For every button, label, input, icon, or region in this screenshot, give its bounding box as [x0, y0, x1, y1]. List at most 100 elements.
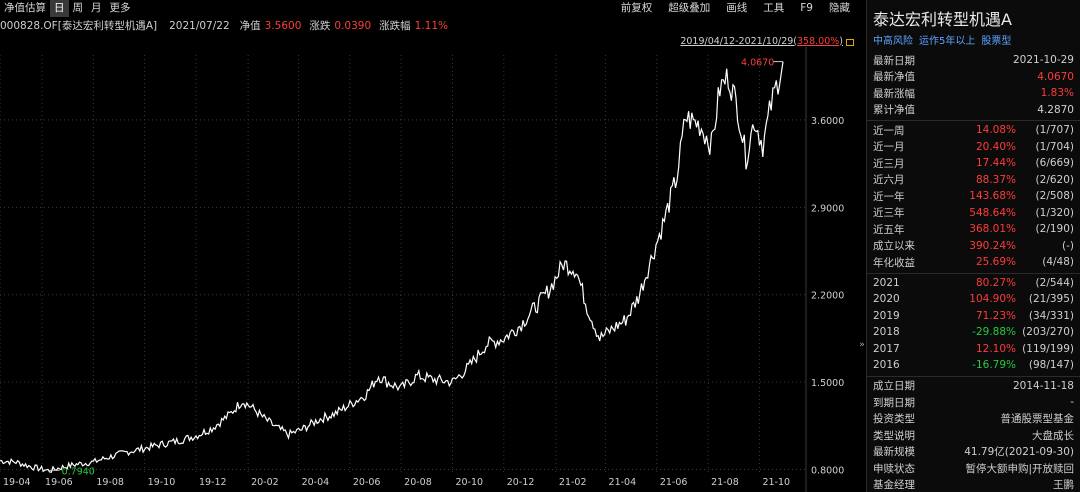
- nav-value: 3.5600: [264, 19, 302, 32]
- x-tick-label: 20-10: [455, 477, 483, 488]
- periods-rank: (4/48): [1042, 256, 1074, 269]
- summary-label: 最新涨幅: [873, 87, 915, 100]
- periods-row: 年化收益 25.69% (4/48): [867, 254, 1080, 271]
- fund-tag[interactable]: 运作5年以上: [919, 36, 975, 47]
- toolbar-right-button[interactable]: 超级叠加: [660, 0, 718, 17]
- x-tick-label: 19-10: [148, 477, 176, 488]
- toolbar-left-button[interactable]: 月: [87, 0, 106, 17]
- years-row: 2016 -16.79% (98/147): [867, 357, 1080, 374]
- nav-label: 净值: [239, 20, 261, 32]
- info-value: -: [1070, 396, 1074, 409]
- date-range-text[interactable]: 2019/04/12-2021/10/29(: [680, 36, 797, 47]
- x-tick-label: 19-06: [45, 477, 73, 488]
- quote-info-bar: 000828.OF[泰达宏利转型机遇A] 2021/07/22 净值 3.560…: [0, 17, 858, 34]
- x-tick-label: 21-06: [660, 477, 688, 488]
- x-tick-label: 20-04: [302, 477, 330, 488]
- periods-value: 17.44%: [975, 157, 1016, 170]
- info-value: 王鹏: [1053, 479, 1074, 492]
- toolbar-right-button[interactable]: 隐藏: [821, 0, 858, 17]
- toolbar-left-button[interactable]: 更多: [106, 0, 135, 17]
- periods-row: 近一周 14.08% (1/707): [867, 122, 1080, 139]
- quote-date: 2021/07/22: [169, 19, 230, 32]
- toolbar-right-button[interactable]: 画线: [718, 0, 755, 17]
- years-label: 2016: [873, 359, 900, 372]
- date-range-selector[interactable]: 2019/04/12-2021/10/29(358.00%): [680, 35, 854, 47]
- periods-row: 近三月 17.44% (6/669): [867, 155, 1080, 172]
- change-label: 涨跌: [309, 20, 331, 32]
- years-row: 2017 12.10% (119/199): [867, 341, 1080, 358]
- fund-tag[interactable]: 股票型: [981, 36, 1011, 47]
- x-tick-label: 19-12: [199, 477, 227, 488]
- info-label: 最新规模: [873, 446, 915, 459]
- periods-label: 近一周: [873, 124, 905, 137]
- summary-label: 最新净值: [873, 71, 915, 84]
- toolbar-right-button[interactable]: F9: [792, 0, 821, 17]
- range-return-pct: 358.00%: [797, 35, 840, 47]
- y-tick-label: 2.2000: [811, 291, 844, 302]
- x-tick-label: 21-02: [559, 477, 587, 488]
- periods-label: 近一月: [873, 141, 905, 154]
- x-tick-label: 19-08: [96, 477, 124, 488]
- nav-line-chart[interactable]: 3.6000 2.9000 2.2000 1.5000 0.8000 19-04 19-06…: [0, 47, 858, 492]
- summary-value: 4.0670: [1037, 70, 1074, 83]
- lock-icon[interactable]: [846, 38, 854, 46]
- fund-title: 泰达宏利转型机遇A: [873, 10, 1012, 29]
- periods-row: 近五年 368.01% (2/190): [867, 221, 1080, 238]
- periods-rank: (6/669): [1035, 157, 1074, 170]
- info-label: 成立日期: [873, 380, 915, 393]
- toolbar-left-button[interactable]: 日: [50, 0, 69, 17]
- summary-label: 累计净值: [873, 104, 915, 117]
- years-rank: (98/147): [1028, 359, 1074, 372]
- x-tick-label: 21-04: [609, 477, 637, 488]
- x-tick-label: 20-06: [353, 477, 381, 488]
- info-row: 最新规模 41.79亿(2021-09-30): [867, 444, 1080, 461]
- x-tick-label: 19-04: [3, 477, 31, 488]
- x-tick-label: 21-10: [762, 477, 790, 488]
- years-rank: (34/331): [1028, 309, 1074, 322]
- periods-row: 近一月 20.40% (1/704): [867, 139, 1080, 156]
- x-tick-label: 20-12: [507, 477, 535, 488]
- chart-area: 净值估算日周月更多 前复权 超级叠加 画线 工具 F9 隐藏 000828.OF[泰达宏利…: [0, 0, 858, 492]
- info-value: 暂停大额申购|开放赎回: [965, 462, 1074, 475]
- toolbar-left-button[interactable]: 周: [69, 0, 88, 17]
- years-value: 104.90%: [969, 293, 1016, 306]
- change-value: 0.0390: [334, 19, 372, 32]
- years-value: -29.88%: [972, 326, 1016, 339]
- info-label: 到期日期: [873, 396, 915, 409]
- toolbar: 净值估算日周月更多 前复权 超级叠加 画线 工具 F9 隐藏: [0, 0, 858, 17]
- periods-row: 近一年 143.68% (2/508): [867, 188, 1080, 205]
- periods-rank: (-): [1062, 239, 1074, 252]
- periods-value: 20.40%: [975, 140, 1016, 153]
- toolbar-right-button[interactable]: 工具: [755, 0, 792, 17]
- y-tick-label: 3.6000: [811, 116, 844, 127]
- periods-row: 近三年 548.64% (1/320): [867, 205, 1080, 222]
- years-label: 2018: [873, 326, 900, 339]
- toolbar-left-button[interactable]: 净值估算: [0, 0, 50, 17]
- periods-label: 成立以来: [873, 240, 915, 253]
- summary-row: 最新净值 4.0670: [867, 69, 1080, 86]
- years-value: 12.10%: [975, 342, 1016, 355]
- info-value: 41.79亿(2021-09-30): [964, 446, 1074, 459]
- periods-label: 近三月: [873, 157, 905, 170]
- info-value: 大盘成长: [1032, 429, 1074, 442]
- years-rank: (203/270): [1022, 326, 1074, 339]
- summary-row: 累计净值 4.2870: [867, 102, 1080, 119]
- years-label: 2020: [873, 293, 900, 306]
- years-value: 80.27%: [975, 276, 1016, 289]
- summary-value: 4.2870: [1037, 103, 1074, 116]
- info-row: 成立日期 2014-11-18: [867, 378, 1080, 395]
- info-value: 普通股票型基金: [1000, 413, 1075, 426]
- years-label: 2021: [873, 276, 900, 289]
- fund-tag[interactable]: 中高风险: [873, 36, 913, 47]
- collapse-panel-arrow-icon[interactable]: »: [858, 330, 866, 360]
- annual-returns-section: 2021 80.27% (2/544) 2020 104.90% (21/395) 2019…: [867, 272, 1080, 374]
- toolbar-right-button[interactable]: 前复权: [613, 0, 661, 17]
- years-label: 2019: [873, 309, 900, 322]
- periods-value: 390.24%: [969, 239, 1016, 252]
- periods-row: 近六月 88.37% (2/620): [867, 172, 1080, 189]
- info-row: 类型说明 大盘成长: [867, 427, 1080, 444]
- info-label: 申赎状态: [873, 462, 915, 475]
- periods-label: 近五年: [873, 223, 905, 236]
- summary-value: 2021-10-29: [1012, 54, 1074, 67]
- summary-value: 1.83%: [1040, 87, 1074, 100]
